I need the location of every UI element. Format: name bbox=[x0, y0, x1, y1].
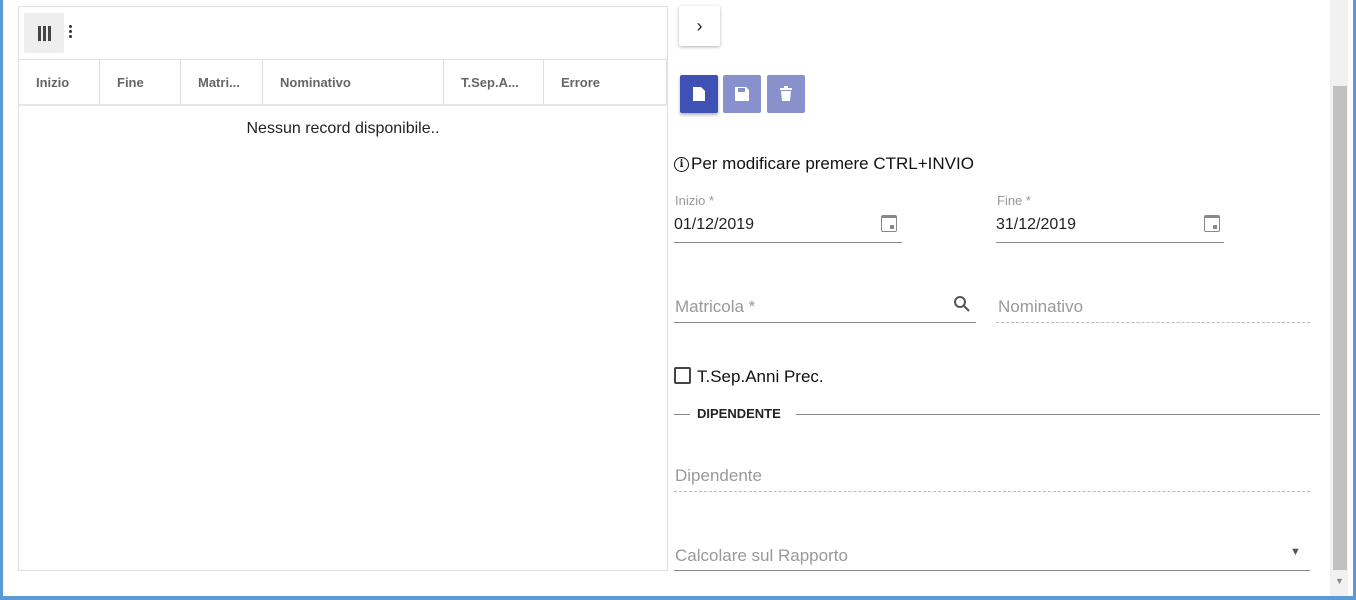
dipendente-underline bbox=[674, 491, 1310, 492]
column-header-fine[interactable]: Fine bbox=[100, 60, 181, 104]
fine-label: Fine * bbox=[997, 193, 1031, 208]
columns-button[interactable] bbox=[24, 13, 64, 53]
info-text: Per modificare premere CTRL+INVIO bbox=[691, 154, 974, 173]
expand-button[interactable]: › bbox=[679, 6, 720, 46]
matricola-underline bbox=[674, 322, 976, 323]
inizio-input[interactable]: 01/12/2019 bbox=[674, 216, 754, 234]
chevron-right-icon: › bbox=[696, 15, 703, 36]
rapporto-select[interactable]: Calcolare sul Rapporto bbox=[675, 546, 848, 566]
columns-icon bbox=[37, 25, 51, 41]
empty-message: Nessun record disponibile.. bbox=[246, 120, 440, 137]
inizio-underline bbox=[674, 242, 902, 243]
matricola-input[interactable]: Matricola * bbox=[675, 297, 755, 317]
more-options-icon[interactable] bbox=[69, 25, 72, 38]
column-header-matricola[interactable]: Matri... bbox=[181, 60, 263, 104]
nominativo-underline bbox=[996, 322, 1310, 323]
delete-button[interactable] bbox=[767, 75, 805, 113]
tsep-label: T.Sep.Anni Prec. bbox=[697, 367, 824, 386]
scroll-down-icon[interactable]: ▼ bbox=[1335, 576, 1344, 586]
calendar-icon[interactable] bbox=[1204, 215, 1220, 232]
info-message: i Per modificare premere CTRL+INVIO bbox=[674, 154, 974, 174]
dipendente-input: Dipendente bbox=[675, 466, 762, 485]
section-divider bbox=[674, 414, 690, 415]
inizio-label: Inizio * bbox=[675, 193, 715, 208]
save-icon bbox=[735, 87, 749, 101]
save-button[interactable] bbox=[723, 75, 761, 113]
search-icon[interactable] bbox=[953, 295, 971, 313]
fine-underline bbox=[996, 242, 1224, 243]
grid-header: Inizio Fine Matri... Nominativo T.Sep.A.… bbox=[19, 60, 667, 106]
new-document-icon bbox=[693, 87, 705, 101]
info-icon: i bbox=[674, 156, 689, 172]
tsep-checkbox[interactable] bbox=[674, 367, 691, 384]
column-header-errore[interactable]: Errore bbox=[544, 60, 667, 104]
nominativo-input: Nominativo bbox=[998, 297, 1084, 316]
column-header-tsep[interactable]: T.Sep.A... bbox=[444, 60, 544, 104]
scrollbar-thumb[interactable] bbox=[1333, 86, 1347, 570]
section-divider bbox=[796, 414, 1320, 415]
new-button[interactable] bbox=[680, 75, 718, 113]
trash-icon bbox=[780, 86, 792, 101]
calendar-icon[interactable] bbox=[881, 215, 897, 232]
data-grid: Inizio Fine Matri... Nominativo T.Sep.A.… bbox=[18, 6, 668, 571]
dropdown-arrow-icon[interactable]: ▼ bbox=[1290, 546, 1301, 558]
column-header-nominativo[interactable]: Nominativo bbox=[263, 60, 444, 104]
column-header-inizio[interactable]: Inizio bbox=[19, 60, 100, 104]
rapporto-underline bbox=[674, 570, 1310, 571]
section-title: DIPENDENTE bbox=[697, 406, 781, 421]
grid-toolbar bbox=[19, 7, 667, 60]
fine-input[interactable]: 31/12/2019 bbox=[996, 216, 1076, 234]
